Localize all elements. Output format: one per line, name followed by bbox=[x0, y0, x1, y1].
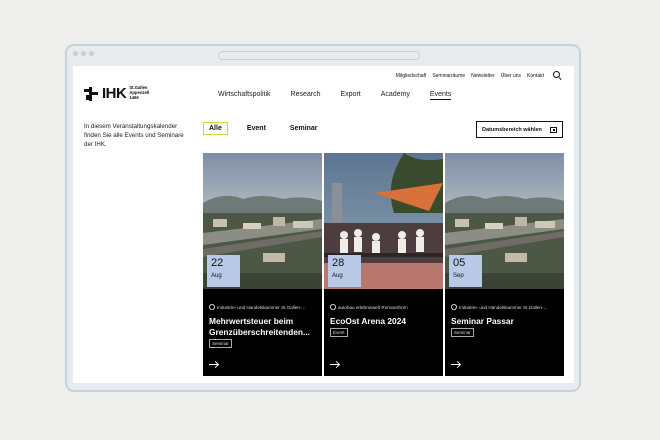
ihk-logo-mark-icon bbox=[84, 86, 99, 101]
event-card[interactable]: 22 Aug Industrie- und Handelskammer St.G… bbox=[203, 153, 322, 376]
event-type-badge: Event bbox=[330, 328, 348, 337]
nav-academy[interactable]: Academy bbox=[381, 91, 410, 100]
event-month: Sep bbox=[453, 273, 464, 279]
util-link-kontakt[interactable]: Kontakt bbox=[527, 73, 544, 79]
logo-subtitle: St.Gallen Appenzell 1466 bbox=[129, 85, 150, 100]
event-location: Industrie- und Handelskammer St.Gallen-.… bbox=[451, 304, 561, 310]
event-title[interactable]: Seminar Passar bbox=[451, 316, 559, 327]
arrow-right-icon[interactable] bbox=[209, 361, 219, 367]
browser-window: Mitgliedschaft Seminarräume Newsletter Ü… bbox=[65, 44, 581, 392]
date-range-label: Datumsbereich wählen bbox=[482, 126, 542, 133]
location-pin-icon bbox=[451, 304, 456, 310]
event-day: 05 bbox=[453, 257, 466, 269]
nav-events[interactable]: Events bbox=[429, 91, 452, 100]
event-day: 22 bbox=[211, 257, 224, 269]
nav-export[interactable]: Export bbox=[340, 91, 360, 100]
event-title[interactable]: Mehrwertsteuer beim Grenzüberschreitende… bbox=[209, 316, 317, 338]
web-page: Mitgliedschaft Seminarräume Newsletter Ü… bbox=[73, 66, 574, 383]
event-date-box: 28 Aug bbox=[328, 255, 361, 287]
logo-word: IHK bbox=[102, 85, 127, 102]
intro-text: In diesem Veranstaltungskalender finden … bbox=[84, 123, 184, 148]
nav-research[interactable]: Research bbox=[291, 91, 321, 100]
calendar-icon bbox=[550, 126, 557, 133]
utility-nav: Mitgliedschaft Seminarräume Newsletter Ü… bbox=[396, 71, 562, 80]
address-bar[interactable] bbox=[218, 51, 420, 60]
util-link-mitgliedschaft[interactable]: Mitgliedschaft bbox=[396, 73, 427, 79]
util-link-ueber-uns[interactable]: Über uns bbox=[501, 73, 521, 79]
date-range-button[interactable]: Datumsbereich wählen bbox=[476, 121, 563, 138]
event-card[interactable]: 28 Aug autobau erlebniswelt Romanshorn E… bbox=[324, 153, 443, 376]
window-dot[interactable] bbox=[73, 51, 78, 56]
event-location: autobau erlebniswelt Romanshorn bbox=[330, 304, 440, 310]
nav-wirtschaftspolitik[interactable]: Wirtschaftspolitik bbox=[218, 91, 271, 100]
event-month: Aug bbox=[332, 273, 343, 279]
window-dot[interactable] bbox=[89, 51, 94, 56]
event-day: 28 bbox=[332, 257, 345, 269]
event-date-box: 05 Sep bbox=[449, 255, 482, 287]
ihk-logo[interactable]: IHK St.Gallen Appenzell 1466 bbox=[84, 85, 150, 102]
event-month: Aug bbox=[211, 273, 222, 279]
event-date-box: 22 Aug bbox=[207, 255, 240, 287]
event-cards: 22 Aug Industrie- und Handelskammer St.G… bbox=[203, 153, 564, 376]
location-pin-icon bbox=[330, 304, 335, 310]
filter-seminar[interactable]: Seminar bbox=[285, 123, 323, 134]
event-type-badge: Seminar bbox=[209, 339, 232, 348]
arrow-right-icon[interactable] bbox=[451, 361, 461, 367]
event-title[interactable]: EcoOst Arena 2024 bbox=[330, 316, 438, 327]
filter-alle[interactable]: Alle bbox=[203, 122, 228, 135]
window-dot[interactable] bbox=[81, 51, 86, 56]
event-type-badge: Seminar bbox=[451, 328, 474, 337]
window-controls bbox=[73, 51, 94, 56]
location-pin-icon bbox=[209, 304, 214, 310]
event-card[interactable]: 05 Sep Industrie- und Handelskammer St.G… bbox=[445, 153, 564, 376]
arrow-right-icon[interactable] bbox=[330, 361, 340, 367]
filter-event[interactable]: Event bbox=[242, 123, 271, 134]
event-location: Industrie- und Handelskammer St.Gallen-.… bbox=[209, 304, 319, 310]
util-link-newsletter[interactable]: Newsletter bbox=[471, 73, 495, 79]
main-nav: Wirtschaftspolitik Research Export Acade… bbox=[218, 91, 452, 100]
search-icon[interactable] bbox=[553, 71, 562, 80]
util-link-seminarraeume[interactable]: Seminarräume bbox=[432, 73, 465, 79]
event-filters: Alle Event Seminar bbox=[203, 122, 323, 135]
